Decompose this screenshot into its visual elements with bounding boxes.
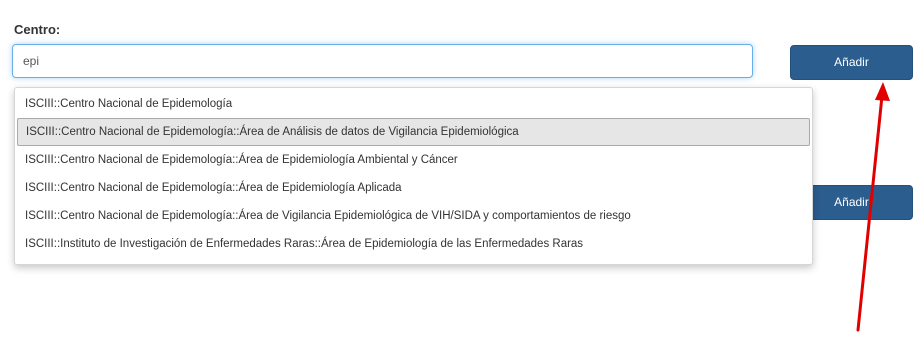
dropdown-item[interactable]: ISCIII::Centro Nacional de Epidemología:…: [17, 202, 810, 230]
dropdown-item[interactable]: ISCIII::Centro Nacional de Epidemología:…: [17, 146, 810, 174]
dropdown-item[interactable]: ISCIII::Centro Nacional de Epidemología:…: [17, 174, 810, 202]
autocomplete-dropdown: ISCIII::Centro Nacional de Epidemología …: [14, 87, 813, 265]
dropdown-item[interactable]: ISCIII::Centro Nacional de Epidemología: [17, 90, 810, 118]
centro-label: Centro:: [14, 22, 61, 37]
dropdown-item[interactable]: ISCIII::Instituto de Investigación de En…: [17, 230, 810, 258]
add-button[interactable]: Añadir: [790, 45, 913, 80]
centro-input[interactable]: epi: [12, 44, 753, 78]
dropdown-item-highlighted[interactable]: ISCIII::Centro Nacional de Epidemología:…: [17, 118, 810, 146]
